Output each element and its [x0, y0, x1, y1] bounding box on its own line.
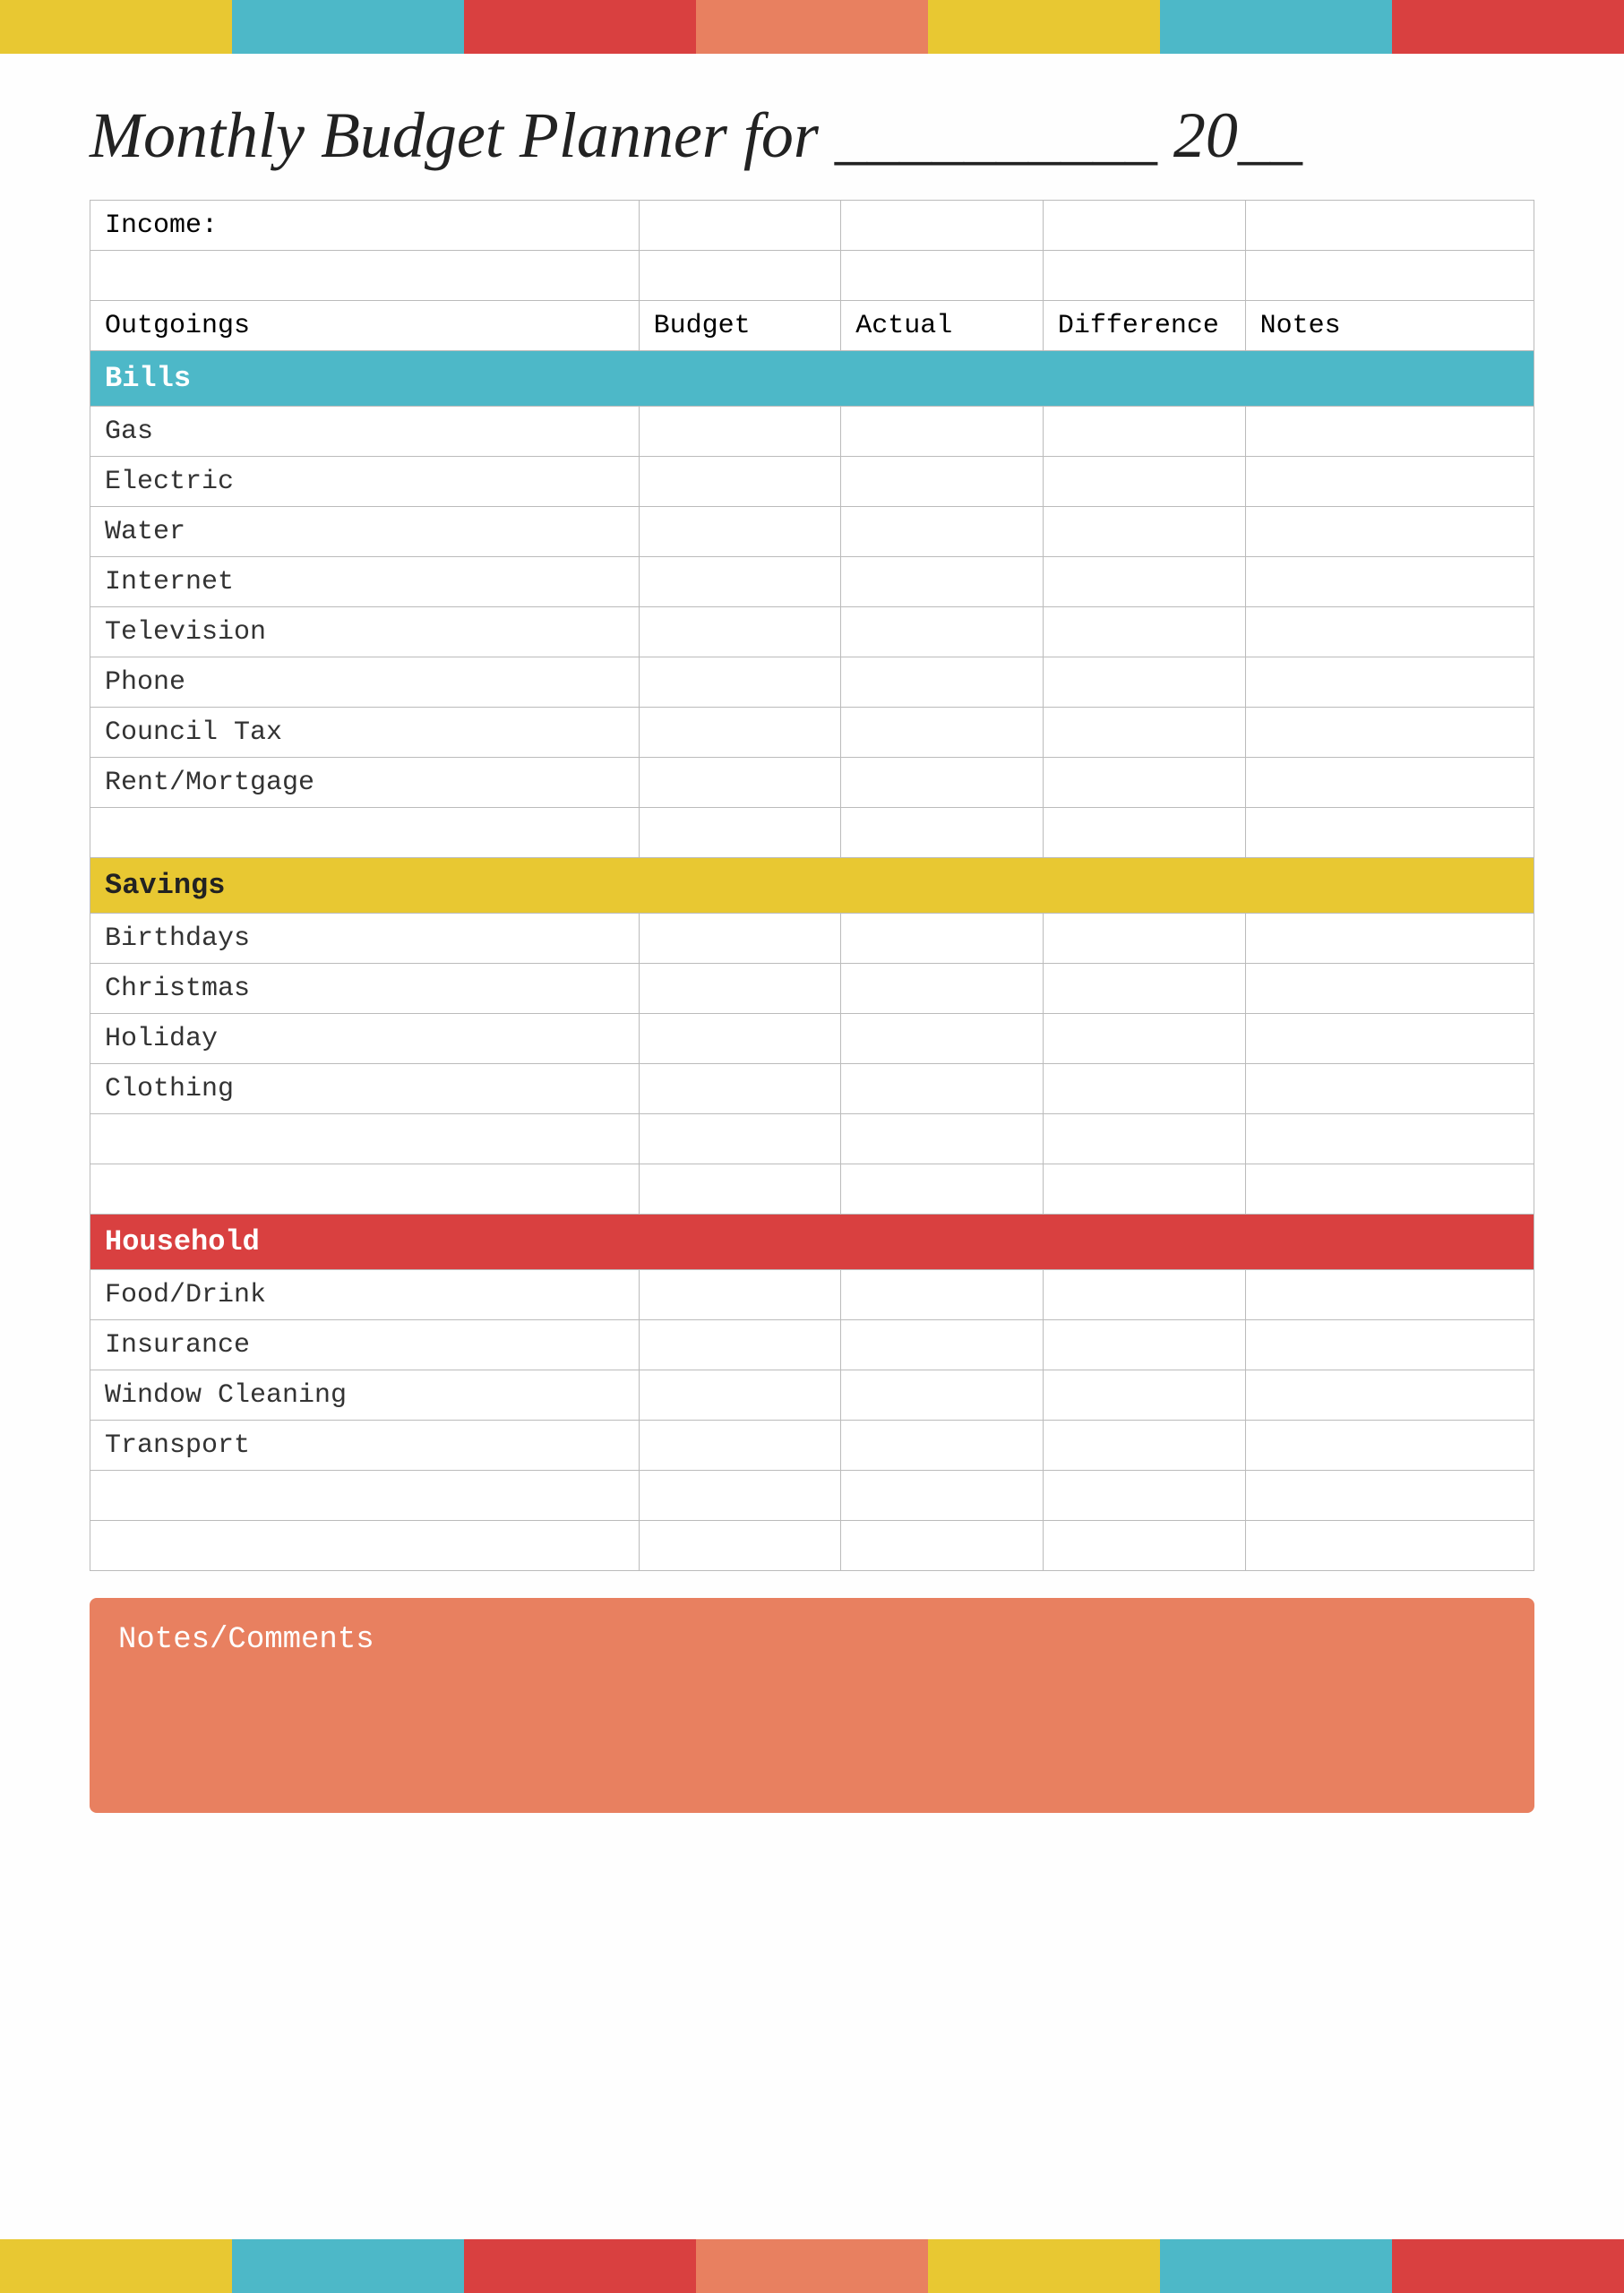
budget-table: Income: Outgoings Budget Actual Differen…	[90, 200, 1534, 1571]
top-bar-teal2	[1160, 0, 1392, 54]
table-row: Rent/Mortgage	[90, 758, 1534, 808]
empty-row-5	[90, 1471, 1534, 1521]
item-television: Television	[90, 607, 640, 657]
notes-section: Notes/Comments	[90, 1598, 1534, 1813]
bot-bar-red2	[1392, 2239, 1624, 2293]
income-budget[interactable]	[639, 201, 841, 251]
top-bar-salmon	[696, 0, 928, 54]
item-food-drink: Food/Drink	[90, 1270, 640, 1320]
top-color-bar	[0, 0, 1624, 54]
col-actual: Actual	[841, 301, 1044, 351]
top-bar-red	[464, 0, 696, 54]
item-internet: Internet	[90, 557, 640, 607]
item-rent-mortgage: Rent/Mortgage	[90, 758, 640, 808]
bot-bar-yellow2	[928, 2239, 1160, 2293]
column-headers: Outgoings Budget Actual Difference Notes	[90, 301, 1534, 351]
table-row: Holiday	[90, 1014, 1534, 1064]
empty-row-3	[90, 1114, 1534, 1164]
bottom-color-bar	[0, 2239, 1624, 2293]
table-row: Christmas	[90, 964, 1534, 1014]
bot-bar-teal2	[1160, 2239, 1392, 2293]
table-row: Water	[90, 507, 1534, 557]
empty-row-1	[90, 251, 1534, 301]
table-row: Birthdays	[90, 914, 1534, 964]
income-actual[interactable]	[841, 201, 1044, 251]
table-row: Council Tax	[90, 708, 1534, 758]
bot-bar-red	[464, 2239, 696, 2293]
empty-row-4	[90, 1164, 1534, 1215]
table-row: Transport	[90, 1421, 1534, 1471]
col-budget: Budget	[639, 301, 841, 351]
income-label: Income:	[90, 201, 640, 251]
bills-section-header: Bills	[90, 351, 1534, 407]
item-gas: Gas	[90, 407, 640, 457]
bot-bar-salmon	[696, 2239, 928, 2293]
income-row: Income:	[90, 201, 1534, 251]
table-row: Food/Drink	[90, 1270, 1534, 1320]
item-holiday: Holiday	[90, 1014, 640, 1064]
income-difference[interactable]	[1043, 201, 1245, 251]
title-area: Monthly Budget Planner for __________ 20…	[0, 54, 1624, 200]
bot-bar-teal	[232, 2239, 464, 2293]
page-title: Monthly Budget Planner for __________ 20…	[90, 99, 1534, 173]
item-transport: Transport	[90, 1421, 640, 1471]
table-row: Television	[90, 607, 1534, 657]
col-difference: Difference	[1043, 301, 1245, 351]
top-bar-yellow2	[928, 0, 1160, 54]
household-label: Household	[90, 1215, 1534, 1270]
household-section-header: Household	[90, 1215, 1534, 1270]
col-notes: Notes	[1245, 301, 1534, 351]
col-outgoings: Outgoings	[90, 301, 640, 351]
top-bar-yellow	[0, 0, 232, 54]
income-notes[interactable]	[1245, 201, 1534, 251]
gas-actual[interactable]	[841, 407, 1044, 457]
item-window-cleaning: Window Cleaning	[90, 1370, 640, 1421]
item-clothing: Clothing	[90, 1064, 640, 1114]
bills-label: Bills	[90, 351, 1534, 407]
top-bar-red2	[1392, 0, 1624, 54]
notes-section-title: Notes/Comments	[118, 1623, 1506, 1657]
item-christmas: Christmas	[90, 964, 640, 1014]
item-insurance: Insurance	[90, 1320, 640, 1370]
item-birthdays: Birthdays	[90, 914, 640, 964]
top-bar-teal	[232, 0, 464, 54]
table-row: Electric	[90, 457, 1534, 507]
item-electric: Electric	[90, 457, 640, 507]
page: Monthly Budget Planner for __________ 20…	[0, 0, 1624, 2293]
savings-label: Savings	[90, 858, 1534, 914]
table-row: Window Cleaning	[90, 1370, 1534, 1421]
gas-diff[interactable]	[1043, 407, 1245, 457]
savings-section-header: Savings	[90, 858, 1534, 914]
main-content: Income: Outgoings Budget Actual Differen…	[0, 200, 1624, 1849]
table-row: Internet	[90, 557, 1534, 607]
table-row: Insurance	[90, 1320, 1534, 1370]
item-water: Water	[90, 507, 640, 557]
empty-row-2	[90, 808, 1534, 858]
table-row: Phone	[90, 657, 1534, 708]
empty-row-6	[90, 1521, 1534, 1571]
gas-budget[interactable]	[639, 407, 841, 457]
gas-notes[interactable]	[1245, 407, 1534, 457]
item-phone: Phone	[90, 657, 640, 708]
item-council-tax: Council Tax	[90, 708, 640, 758]
table-row: Clothing	[90, 1064, 1534, 1114]
bot-bar-yellow	[0, 2239, 232, 2293]
table-row: Gas	[90, 407, 1534, 457]
